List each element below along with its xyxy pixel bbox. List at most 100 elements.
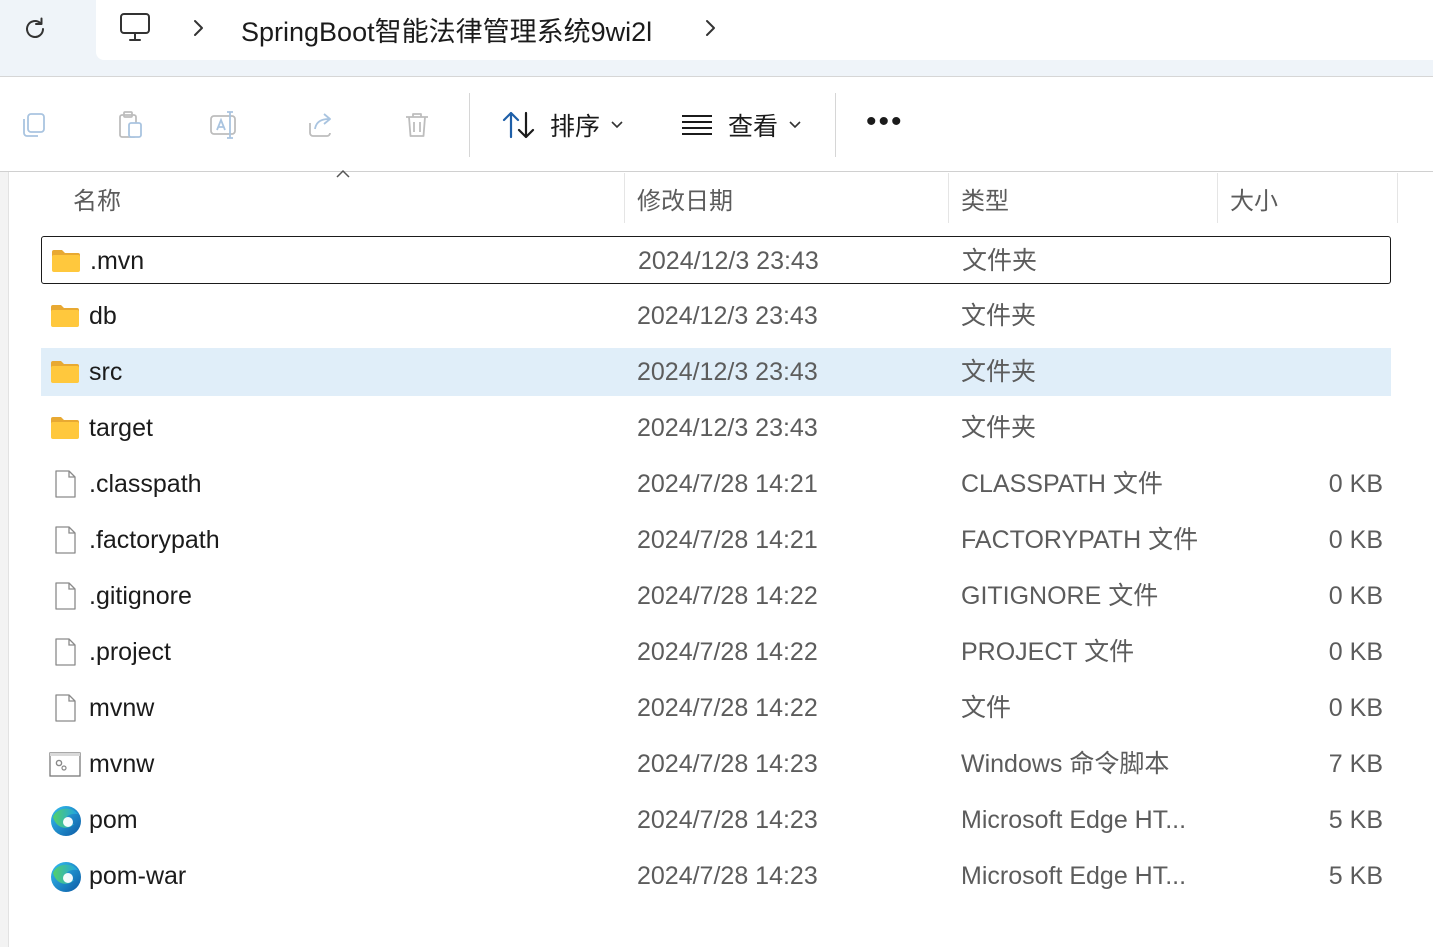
command-bar: 排序 查看 ••• [0, 77, 1433, 172]
file-type: 文件夹 [961, 414, 1037, 442]
folder-icon [50, 245, 82, 277]
chevron-right-icon[interactable] [700, 16, 720, 40]
trash-icon [406, 113, 428, 137]
more-options-button[interactable]: ••• [866, 107, 904, 137]
rename-icon [210, 111, 236, 139]
file-icon [49, 468, 81, 500]
sort-label: 排序 [550, 113, 601, 141]
column-divider[interactable] [624, 173, 625, 223]
chevron-down-icon [789, 121, 801, 129]
file-name: pom-war [89, 862, 187, 890]
file-name: .mvn [90, 247, 145, 275]
copy-icon [23, 113, 45, 137]
file-type: Microsoft Edge HT... [961, 806, 1187, 834]
file-row[interactable]: target 2024/12/3 23:43 文件夹 [41, 404, 1391, 452]
folder-icon [49, 412, 81, 444]
view-lines-icon [682, 115, 712, 135]
file-row[interactable]: .factorypath 2024/7/28 14:21 FACTORYPATH… [41, 516, 1391, 564]
chevron-right-icon[interactable] [188, 16, 208, 40]
file-row[interactable]: src 2024/12/3 23:43 文件夹 [41, 348, 1391, 396]
file-name: mvnw [89, 694, 155, 722]
column-header-date[interactable]: 修改日期 [637, 173, 733, 223]
file-name: .classpath [89, 470, 202, 498]
folder-icon [49, 356, 81, 388]
file-row[interactable]: .gitignore 2024/7/28 14:22 GITIGNORE 文件 … [41, 572, 1391, 620]
file-name: .gitignore [89, 582, 192, 610]
navigation-pane-edge[interactable] [0, 172, 9, 947]
file-icon [49, 580, 81, 612]
file-row[interactable]: pom-war 2024/7/28 14:23 Microsoft Edge H… [41, 852, 1391, 900]
file-date: 2024/12/3 23:43 [637, 414, 818, 442]
file-type: 文件 [961, 694, 1012, 722]
share-button[interactable] [301, 105, 341, 145]
script-icon [49, 748, 81, 780]
view-menu-button[interactable]: 查看 [680, 105, 802, 145]
column-header-name[interactable]: 名称 [73, 173, 121, 223]
file-size: 0 KB [1328, 694, 1383, 722]
file-row[interactable]: mvnw 2024/7/28 14:22 文件 0 KB [41, 684, 1391, 732]
address-box[interactable]: SpringBoot智能法律管理系统9wi2l [96, 0, 1433, 60]
file-size: 0 KB [1328, 526, 1383, 554]
file-row[interactable]: pom 2024/7/28 14:23 Microsoft Edge HT...… [41, 796, 1391, 844]
rename-button[interactable] [205, 105, 245, 145]
file-date: 2024/7/28 14:23 [637, 862, 818, 890]
file-row[interactable]: db 2024/12/3 23:43 文件夹 [41, 292, 1391, 340]
edge-icon [49, 804, 81, 836]
file-date: 2024/7/28 14:22 [637, 638, 818, 666]
file-date: 2024/12/3 23:43 [638, 247, 819, 275]
file-name: pom [89, 806, 138, 834]
file-date: 2024/7/28 14:22 [637, 694, 818, 722]
sort-ascending-caret-icon [336, 169, 350, 178]
file-size: 7 KB [1328, 750, 1383, 778]
this-pc-icon [120, 13, 150, 41]
file-date: 2024/7/28 14:21 [637, 470, 818, 498]
column-header-size[interactable]: 大小 [1230, 173, 1278, 223]
file-type: GITIGNORE 文件 [961, 582, 1159, 610]
file-date: 2024/12/3 23:43 [637, 358, 818, 386]
column-header-type[interactable]: 类型 [961, 173, 1009, 223]
file-type: FACTORYPATH 文件 [961, 526, 1199, 554]
file-date: 2024/7/28 14:23 [637, 806, 818, 834]
chevron-down-icon [611, 121, 623, 129]
file-name: mvnw [89, 750, 155, 778]
file-name: .factorypath [89, 526, 220, 554]
refresh-icon [26, 17, 44, 38]
delete-button[interactable] [397, 105, 437, 145]
file-type: PROJECT 文件 [961, 638, 1135, 666]
file-date: 2024/7/28 14:21 [637, 526, 818, 554]
sort-menu-button[interactable]: 排序 [502, 105, 624, 145]
column-divider[interactable] [1397, 173, 1398, 223]
file-size: 0 KB [1328, 470, 1383, 498]
toolbar-divider [469, 93, 470, 157]
file-size: 0 KB [1328, 638, 1383, 666]
file-name: target [89, 414, 153, 442]
view-label: 查看 [728, 113, 779, 141]
column-divider[interactable] [948, 173, 949, 223]
file-size: 5 KB [1328, 862, 1383, 890]
file-name: src [89, 358, 123, 386]
file-type: Windows 命令脚本 [961, 750, 1170, 778]
edge-icon [49, 860, 81, 892]
column-divider[interactable] [1217, 173, 1218, 223]
folder-icon [49, 300, 81, 332]
paste-button[interactable] [110, 105, 150, 145]
file-icon [49, 692, 81, 724]
sort-icon [502, 111, 535, 139]
file-date: 2024/7/28 14:23 [637, 750, 818, 778]
file-size: 5 KB [1328, 806, 1383, 834]
file-date: 2024/7/28 14:22 [637, 582, 818, 610]
copy-button[interactable] [14, 105, 54, 145]
file-row[interactable]: .mvn 2024/12/3 23:43 文件夹 [41, 236, 1391, 284]
file-icon [49, 524, 81, 556]
share-icon [309, 113, 331, 137]
file-row[interactable]: .project 2024/7/28 14:22 PROJECT 文件 0 KB [41, 628, 1391, 676]
toolbar-divider [835, 93, 836, 157]
breadcrumb-current-folder[interactable]: SpringBoot智能法律管理系统9wi2l [241, 10, 652, 49]
file-row[interactable]: .classpath 2024/7/28 14:21 CLASSPATH 文件 … [41, 460, 1391, 508]
file-row[interactable]: mvnw 2024/7/28 14:23 Windows 命令脚本 7 KB [41, 740, 1391, 788]
file-type: CLASSPATH 文件 [961, 470, 1163, 498]
paste-icon [119, 111, 142, 138]
file-type: 文件夹 [962, 247, 1038, 275]
refresh-button[interactable] [14, 8, 56, 50]
file-size: 0 KB [1328, 582, 1383, 610]
